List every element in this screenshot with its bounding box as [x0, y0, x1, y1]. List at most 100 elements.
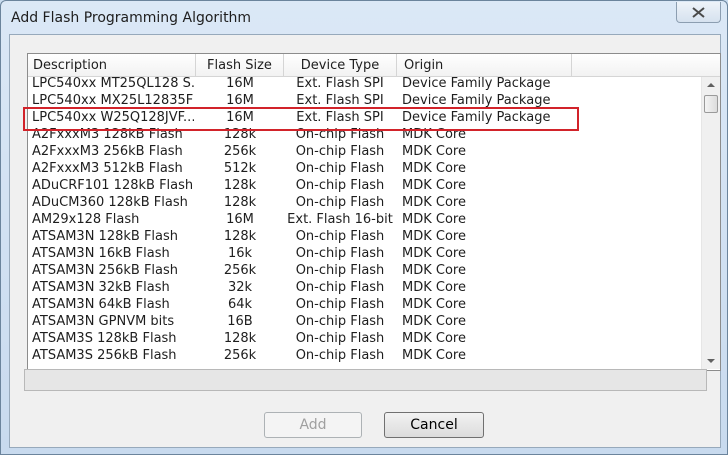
- cell-description: LPC540xx MT25QL128 S...: [32, 76, 194, 91]
- cell-origin: Device Family Package: [402, 76, 551, 91]
- table-row[interactable]: LPC540xx MX25L12835F 16M Ext. Flash SPI Dev…: [28, 92, 698, 109]
- cell-device-type: On-chip Flash: [295, 127, 385, 142]
- table-row[interactable]: ADuCM360 128kB Flash 128k On-chip Flash MDK…: [28, 194, 698, 211]
- cell-description: A2FxxxM3 256kB Flash: [32, 144, 183, 159]
- table-row[interactable]: ATSAM3N 16kB Flash 16k On-chip Flash MDK Co…: [28, 245, 698, 262]
- cell-device-type: On-chip Flash: [295, 161, 385, 176]
- cell-flash-size: 64k: [227, 297, 253, 312]
- table-row[interactable]: A2FxxxM3 256kB Flash 256k On-chip Flash MDK…: [28, 143, 698, 160]
- table-row[interactable]: LPC540xx W25Q128JVF... 16M Ext. Flash SPI D…: [28, 109, 698, 126]
- table-row[interactable]: ATSAM3N 64kB Flash 64k On-chip Flash MDK Co…: [28, 296, 698, 313]
- cell-flash-size: 32k: [227, 280, 253, 295]
- cell-description: LPC540xx MX25L12835F: [32, 93, 194, 108]
- scroll-up-button[interactable]: [702, 77, 720, 94]
- table-row[interactable]: A2FxxxM3 512kB Flash 512k On-chip Flash MDK…: [28, 160, 698, 177]
- table-row[interactable]: A2FxxxM3 128kB Flash 128k On-chip Flash MDK…: [28, 126, 698, 143]
- cell-description: A2FxxxM3 128kB Flash: [32, 127, 183, 142]
- table-row[interactable]: ATSAM3N 128kB Flash 128k On-chip Flash MDK …: [28, 228, 698, 245]
- cell-device-type: On-chip Flash: [295, 280, 385, 295]
- cell-origin: MDK Core: [402, 144, 466, 159]
- scroll-thumb[interactable]: [704, 95, 718, 113]
- cell-description: ATSAM3N 256kB Flash: [32, 263, 179, 278]
- cell-description: AM29x128 Flash: [32, 212, 140, 227]
- cell-flash-size: 512k: [223, 161, 257, 176]
- cell-device-type: On-chip Flash: [295, 246, 385, 261]
- table-row[interactable]: LPC540xx MT25QL128 S... 16M Ext. Flash SPI…: [28, 75, 698, 92]
- table-row[interactable]: ATSAM3N 32kB Flash 32k On-chip Flash MDK Co…: [28, 279, 698, 296]
- cell-flash-size: 16B: [227, 314, 253, 329]
- add-flash-algorithm-dialog: Add Flash Programming Algorithm Descript…: [0, 0, 728, 455]
- flash-algorithm-list[interactable]: Description Flash Size Device Type Origi…: [27, 53, 721, 371]
- cell-device-type: On-chip Flash: [295, 229, 385, 244]
- progress-bar: [24, 369, 707, 391]
- cell-flash-size: 256k: [223, 144, 257, 159]
- column-header-device-type[interactable]: Device Type: [284, 54, 397, 76]
- cell-description: LPC540xx W25Q128JVF...: [32, 110, 194, 125]
- cell-description: ADuCM360 128kB Flash: [32, 195, 188, 210]
- cell-flash-size: 128k: [223, 195, 257, 210]
- cell-flash-size: 16M: [226, 76, 254, 91]
- close-icon: [692, 7, 705, 18]
- column-header-flash-size[interactable]: Flash Size: [196, 54, 284, 76]
- cell-description: ATSAM3N GPNVM bits: [32, 314, 175, 329]
- cell-device-type: Ext. Flash SPI: [296, 76, 384, 91]
- column-header-origin[interactable]: Origin: [397, 54, 572, 76]
- cell-flash-size: 16M: [226, 110, 254, 125]
- cell-description: ATSAM3N 64kB Flash: [32, 297, 170, 312]
- cell-device-type: On-chip Flash: [295, 178, 385, 193]
- column-header-description[interactable]: Description: [28, 54, 196, 76]
- cell-origin: MDK Core: [402, 246, 466, 261]
- cell-flash-size: 256k: [223, 348, 257, 363]
- cell-origin: MDK Core: [402, 161, 466, 176]
- cell-flash-size: 16M: [226, 93, 254, 108]
- cell-flash-size: 128k: [223, 178, 257, 193]
- dialog-title: Add Flash Programming Algorithm: [11, 10, 252, 26]
- cell-device-type: On-chip Flash: [295, 314, 385, 329]
- cell-description: ATSAM3N 16kB Flash: [32, 246, 170, 261]
- table-row[interactable]: ADuCRF101 128kB Flash 128k On-chip Flash MD…: [28, 177, 698, 194]
- table-row[interactable]: ATSAM3N GPNVM bits 16B On-chip Flash MDK Co…: [28, 313, 698, 330]
- scroll-down-arrow-icon: [707, 359, 715, 363]
- cell-flash-size: 128k: [223, 331, 257, 346]
- cell-origin: MDK Core: [402, 348, 466, 363]
- table-row[interactable]: AM29x128 Flash 16M Ext. Flash 16-bit MDK Co…: [28, 211, 698, 228]
- scroll-up-arrow-icon: [707, 83, 715, 87]
- cell-device-type: Ext. Flash SPI: [296, 110, 384, 125]
- cell-description: ATSAM3N 128kB Flash: [32, 229, 179, 244]
- cell-origin: MDK Core: [402, 314, 466, 329]
- close-button[interactable]: [676, 2, 721, 23]
- cell-device-type: On-chip Flash: [295, 331, 385, 346]
- title-bar: Add Flash Programming Algorithm: [1, 1, 727, 35]
- scroll-down-button[interactable]: [702, 352, 720, 369]
- cell-device-type: On-chip Flash: [295, 195, 385, 210]
- cell-flash-size: 16M: [226, 212, 254, 227]
- cell-description: ATSAM3N 32kB Flash: [32, 280, 170, 295]
- cell-flash-size: 16k: [227, 246, 253, 261]
- table-row[interactable]: ATSAM3S 128kB Flash 128k On-chip Flash MDK …: [28, 330, 698, 347]
- list-header: Description Flash Size Device Type Origi…: [28, 54, 720, 77]
- cell-origin: MDK Core: [402, 195, 466, 210]
- cell-device-type: On-chip Flash: [295, 297, 385, 312]
- add-button[interactable]: Add: [264, 412, 362, 438]
- cell-origin: MDK Core: [402, 229, 466, 244]
- cell-origin: MDK Core: [402, 212, 466, 227]
- cell-flash-size: 128k: [223, 229, 257, 244]
- cell-flash-size: 256k: [223, 263, 257, 278]
- cell-device-type: Ext. Flash SPI: [296, 93, 384, 108]
- cell-origin: Device Family Package: [402, 93, 551, 108]
- cell-device-type: On-chip Flash: [295, 144, 385, 159]
- cell-origin: MDK Core: [402, 127, 466, 142]
- cell-origin: MDK Core: [402, 297, 466, 312]
- cell-device-type: On-chip Flash: [295, 348, 385, 363]
- cell-device-type: Ext. Flash 16-bit: [287, 212, 393, 227]
- cell-origin: Device Family Package: [402, 110, 551, 125]
- cell-device-type: On-chip Flash: [295, 263, 385, 278]
- cell-origin: MDK Core: [402, 178, 466, 193]
- cell-origin: MDK Core: [402, 263, 466, 278]
- cell-description: ATSAM3S 128kB Flash: [32, 331, 177, 346]
- cell-description: A2FxxxM3 512kB Flash: [32, 161, 183, 176]
- vertical-scrollbar[interactable]: [701, 77, 720, 369]
- table-row[interactable]: ATSAM3N 256kB Flash 256k On-chip Flash MDK …: [28, 262, 698, 279]
- table-row[interactable]: ATSAM3S 256kB Flash 256k On-chip Flash MDK …: [28, 347, 698, 364]
- cancel-button[interactable]: Cancel: [384, 412, 484, 438]
